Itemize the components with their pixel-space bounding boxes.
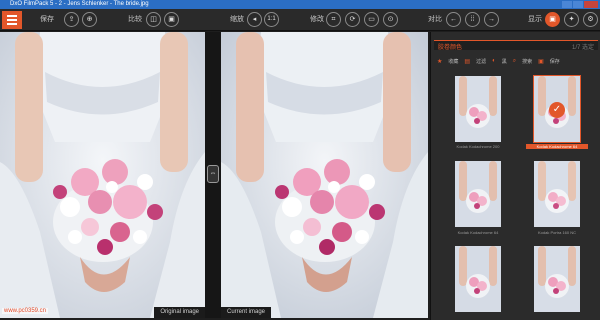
watermark: www.pc0359.cn	[2, 308, 49, 314]
redeye-button[interactable]: ⊙	[383, 12, 398, 27]
fit-icon: ◂	[252, 16, 257, 23]
effects-icon: ✦	[568, 16, 575, 23]
filter-bar: ★ 收藏 ▤ 过滤 ◐ 黑 ⌕ 搜索 ▣ 保存	[437, 56, 597, 66]
film-thumbnail[interactable]	[455, 76, 501, 142]
film-thumbnail[interactable]	[455, 161, 501, 227]
filter-save[interactable]: 保存	[550, 58, 560, 65]
window-controls	[562, 1, 598, 8]
edit-label: 修改	[310, 16, 324, 23]
side-by-side-icon: ▣	[168, 16, 175, 23]
save-icon: ▣	[538, 58, 544, 65]
film-thumbnail-selected[interactable]: ✓	[533, 75, 581, 143]
menu-button[interactable]	[2, 11, 22, 29]
arrow-left-icon: ←	[450, 16, 457, 23]
bw-icon: ◐	[492, 58, 496, 64]
filter-search[interactable]: 搜索	[522, 58, 532, 65]
current-image-caption: Current image	[221, 307, 272, 318]
divider-handle[interactable]: ⇔	[207, 165, 219, 183]
filter-filter[interactable]: 过滤	[476, 58, 486, 65]
filter-icon: ▤	[464, 58, 471, 65]
split-view-icon: ◫	[150, 16, 157, 23]
maximize-button[interactable]	[573, 1, 583, 8]
save-label: 保存	[40, 16, 54, 23]
contrast-label: 对比	[428, 16, 442, 23]
redeye-icon: ⊙	[387, 16, 394, 23]
current-image-pane[interactable]: Current image	[221, 32, 428, 318]
menu-icon	[7, 15, 17, 17]
crop-button[interactable]: ⌗	[326, 12, 341, 27]
thumbnail-label: Kodak Portra 160 NC	[537, 230, 577, 235]
share-icon: ⊕	[86, 16, 93, 23]
film-thumbnail[interactable]	[534, 161, 580, 227]
arrow-right-icon: →	[488, 16, 495, 23]
original-image-pane[interactable]: Original image	[0, 32, 205, 318]
straighten-button[interactable]: ▭	[364, 12, 379, 27]
panel-title: 胶卷颜色	[438, 45, 463, 51]
compare-divider[interactable]: ⇔	[205, 32, 221, 318]
rotate-icon: ⟳	[349, 16, 356, 23]
close-button[interactable]	[584, 1, 598, 8]
fit-button[interactable]: ◂	[247, 12, 262, 27]
check-icon: ✓	[549, 102, 565, 118]
thumbnail-label: Kodak Kodachrome 200	[456, 144, 500, 149]
thumbnail-image	[455, 76, 501, 142]
share-button[interactable]: ⊕	[82, 12, 97, 27]
grid-icon: ⁞⁞	[470, 16, 475, 23]
export-icon: ⇪	[68, 16, 75, 23]
menu-icon-line	[7, 23, 17, 25]
export-button[interactable]: ⇪	[64, 12, 79, 27]
film-panel: 胶卷颜色 1/7 选定 ★ 收藏 ▤ 过滤 ◐ 黑 ⌕ 搜索 ▣ 保存 Koda…	[430, 32, 600, 320]
window-title: DxO FilmPack 5 - 2 - Jens Schlenker - Th…	[10, 1, 149, 7]
zoom-100-button[interactable]: 1:1	[264, 12, 279, 27]
effects-button[interactable]: ✦	[564, 12, 579, 27]
straighten-icon: ▭	[368, 16, 375, 23]
compare-split-button[interactable]: ◫	[146, 12, 161, 27]
menu-icon-line	[7, 19, 17, 21]
toolbar: 保存 ⇪ ⊕ 比较 ◫ ▣ 缩放 ◂ 1:1 修改 ⌗ ⟳ ▭ ⊙ 对比 ← ⁞…	[0, 9, 600, 31]
compare-label: 比较	[128, 16, 142, 23]
zoom-label: 缩放	[230, 16, 244, 23]
filter-favorites[interactable]: 收藏	[448, 58, 458, 65]
minimize-button[interactable]	[562, 1, 572, 8]
star-icon: ★	[437, 58, 443, 65]
thumbnail-image	[534, 246, 580, 312]
thumbnail-label: Kodak Kodachrome 64	[457, 230, 499, 235]
rotate-button[interactable]: ⟳	[345, 12, 360, 27]
grid-button[interactable]: ⁞⁞	[465, 12, 480, 27]
bride-photo-original	[0, 32, 205, 318]
drag-handle-icon: ⇔	[209, 170, 217, 177]
gear-icon: ⚙	[587, 16, 594, 23]
bride-photo-current	[221, 32, 428, 318]
thumbnail-label-selected: Kodak Kodachrome 64	[526, 144, 588, 149]
display-label: 显示	[528, 16, 542, 23]
film-thumbnail[interactable]	[534, 246, 580, 312]
previous-button[interactable]: ←	[446, 12, 461, 27]
title-bar: DxO FilmPack 5 - 2 - Jens Schlenker - Th…	[0, 0, 600, 9]
app-window: DxO FilmPack 5 - 2 - Jens Schlenker - Th…	[0, 0, 600, 320]
settings-button[interactable]: ⚙	[583, 12, 598, 27]
next-button[interactable]: →	[484, 12, 499, 27]
compare-side-button[interactable]: ▣	[164, 12, 179, 27]
film-thumbnail[interactable]	[455, 246, 501, 312]
filmstrip-button[interactable]: ▣	[545, 12, 560, 27]
crop-icon: ⌗	[331, 16, 336, 23]
original-image-caption: Original image	[154, 307, 205, 318]
search-icon: ⌕	[512, 57, 517, 64]
monitor-icon: ▣	[549, 16, 556, 23]
thumbnail-image	[455, 161, 501, 227]
filter-bw[interactable]: 黑	[502, 58, 507, 65]
zoom-value: 1:1	[267, 16, 276, 22]
panel-selection-count: 1/7 选定	[571, 45, 594, 51]
thumbnail-image	[455, 246, 501, 312]
panel-header[interactable]: 胶卷颜色 1/7 选定	[434, 40, 598, 51]
thumbnail-image	[534, 161, 580, 227]
